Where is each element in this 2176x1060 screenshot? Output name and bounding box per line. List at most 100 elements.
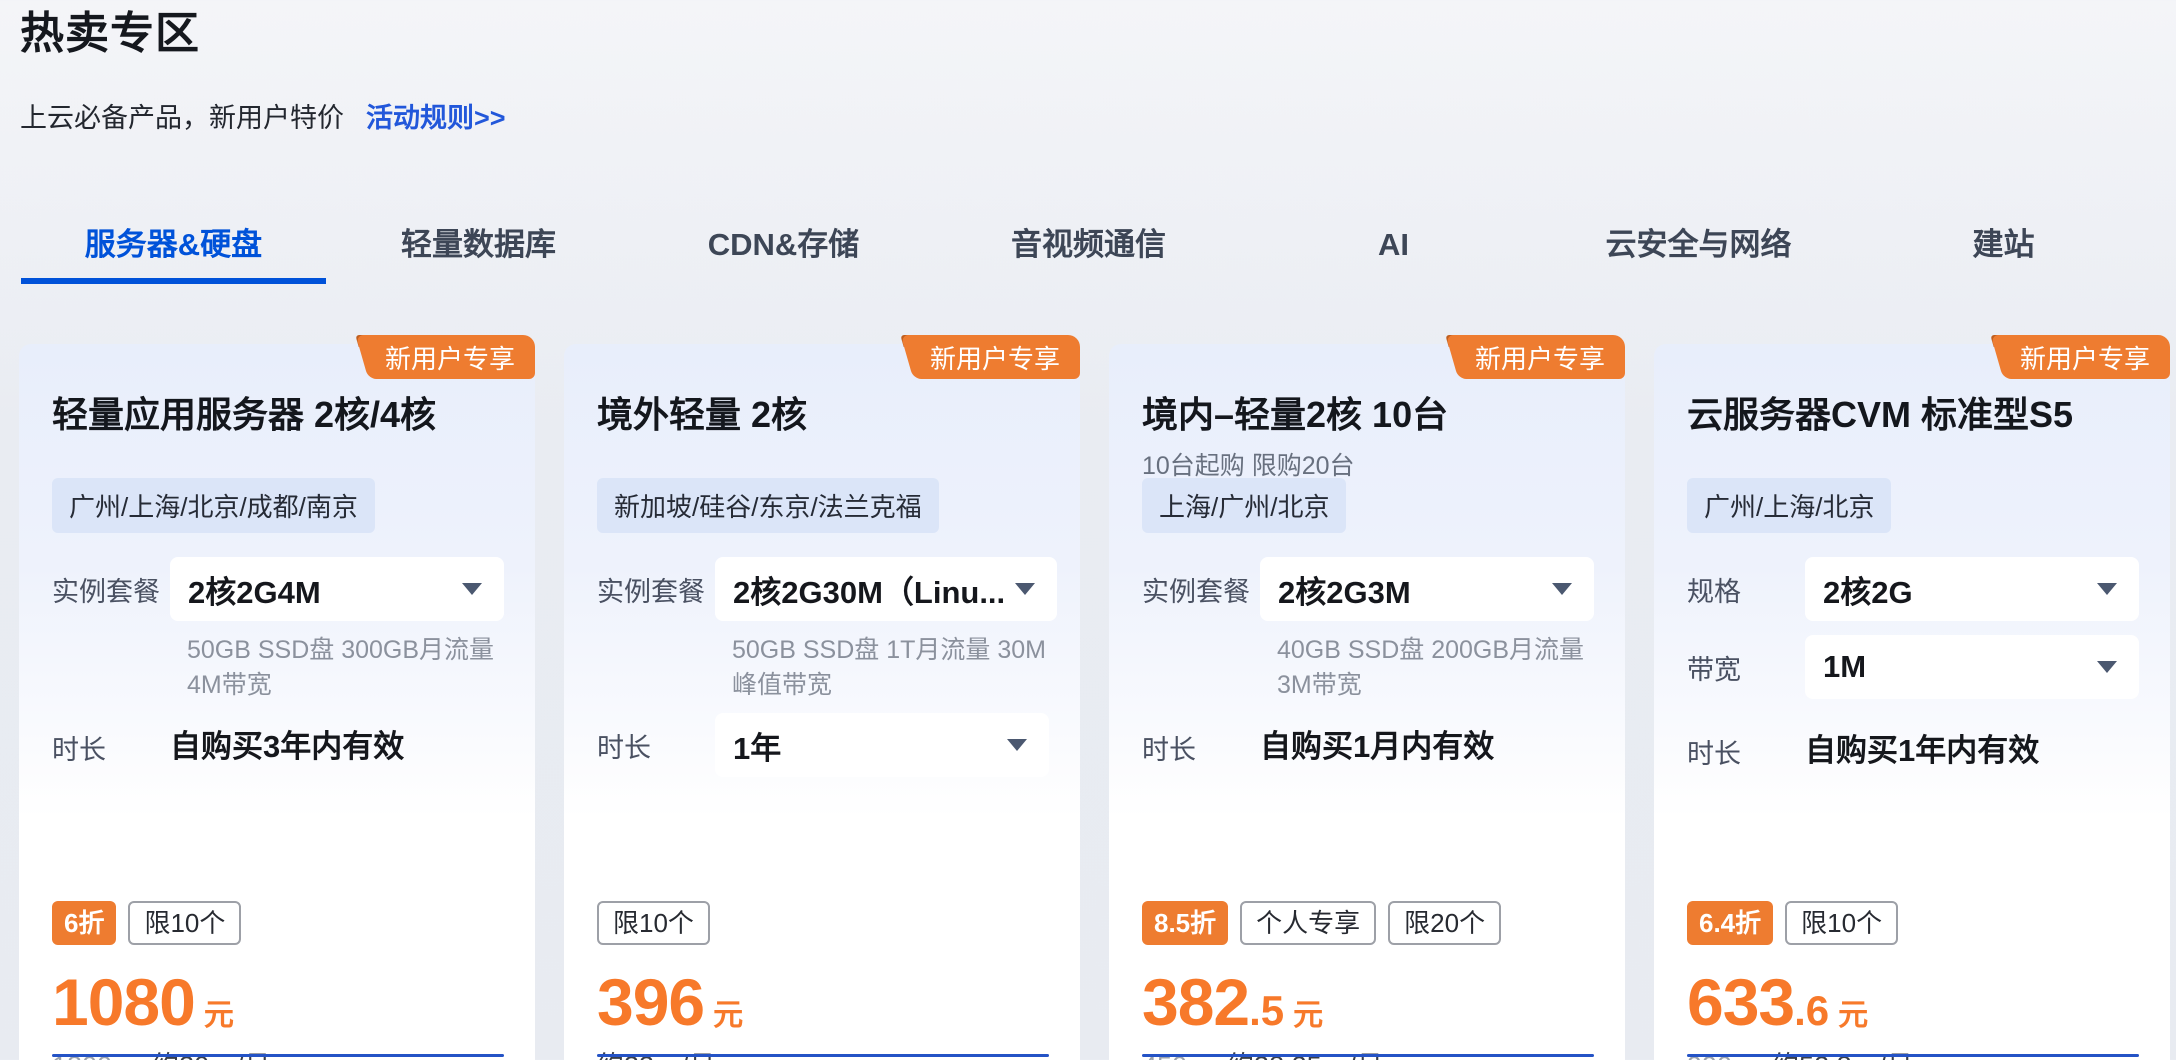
plan-description: 50GB SSD盘 1T月流量 30M峰值带宽 (732, 633, 1054, 703)
duration-select-value: 1年 (733, 723, 781, 768)
price-unit: 元 (204, 999, 234, 1032)
region-tag: 新加坡/硅谷/东京/法兰克福 (597, 478, 939, 533)
product-card-cvm-s5: 新用户专享 云服务器CVM 标准型S5 广州/上海/北京 规格 2核2G 带宽 … (1654, 344, 2170, 1060)
price-section: 8.5折 个人专享 限20个 382.5元 450元 约38.25元/月 (1142, 900, 1594, 1060)
product-title: 境外轻量 2核 (597, 392, 1047, 438)
discount-tag: 8.5折 (1142, 901, 1228, 945)
product-title: 云服务器CVM 标准型S5 (1687, 392, 2137, 438)
tab-av-communication[interactable]: 音视频通信 (936, 224, 1241, 284)
duration-row: 时长 自购买1月内有效 (1109, 725, 1625, 769)
row-label: 时长 (52, 728, 170, 767)
plan-select[interactable]: 2核2G30M（Linu... (715, 557, 1057, 621)
duration-row: 时长 1年 (564, 713, 1080, 777)
spec-row: 规格 2核2G (1654, 557, 2170, 621)
discount-tag: 6.4折 (1687, 901, 1773, 945)
chevron-down-icon (2097, 661, 2117, 673)
chevron-down-icon (1015, 583, 1035, 595)
row-label: 规格 (1687, 570, 1805, 609)
row-label: 时长 (1142, 728, 1260, 767)
product-title: 境内–轻量2核 10台 (1142, 392, 1592, 438)
price-unit: 元 (713, 999, 743, 1032)
product-card-list: 新用户专享 轻量应用服务器 2核/4核 广州/上海/北京/成都/南京 实例套餐 … (19, 344, 2170, 1060)
price-unit: 元 (1293, 999, 1323, 1032)
chevron-down-icon (462, 583, 482, 595)
new-user-badge: 新用户专享 (375, 335, 535, 379)
plan-select-value: 2核2G30M（Linu... (733, 567, 1005, 612)
plan-select-value: 2核2G4M (188, 567, 321, 612)
row-label: 实例套餐 (52, 570, 170, 609)
price-unit: 元 (1838, 999, 1868, 1032)
bandwidth-select[interactable]: 1M (1805, 635, 2139, 699)
limit-tag: 限10个 (1785, 901, 1898, 945)
plan-row: 实例套餐 2核2G4M (19, 557, 535, 621)
discount-tag: 6折 (52, 901, 116, 945)
buy-button-edge[interactable] (597, 1054, 1049, 1057)
buy-button-edge[interactable] (1687, 1054, 2139, 1057)
buy-button-edge[interactable] (1142, 1054, 1594, 1057)
tab-lite-database[interactable]: 轻量数据库 (326, 224, 631, 284)
monthly-price: 约30元/月 (152, 1044, 271, 1060)
plan-description: 40GB SSD盘 200GB月流量 3M带宽 (1277, 633, 1599, 703)
row-label: 时长 (1687, 732, 1805, 771)
duration-row: 时长 自购买1年内有效 (1654, 729, 2170, 773)
activity-rules-link[interactable]: 活动规则>> (366, 96, 506, 135)
tab-cdn-storage[interactable]: CDN&存储 (631, 224, 936, 284)
spec-select-value: 2核2G (1823, 567, 1913, 612)
price-section: 6折 限10个 1080元 1800元 约30元/月 (52, 900, 504, 1060)
price: 633.6 元 (1687, 964, 2139, 1040)
price: 382.5元 (1142, 964, 1594, 1040)
limit-tag: 限20个 (1388, 901, 1501, 945)
product-card-overseas-lighthouse: 新用户专享 境外轻量 2核 新加坡/硅谷/东京/法兰克福 实例套餐 2核2G30… (564, 344, 1080, 1060)
limit-tag: 限10个 (597, 901, 710, 945)
region-tag: 上海/广州/北京 (1142, 478, 1346, 533)
duration-value: 自购买3年内有效 (170, 725, 404, 769)
row-label: 时长 (597, 726, 715, 765)
tab-ai[interactable]: AI (1241, 224, 1546, 284)
chevron-down-icon (1007, 739, 1027, 751)
product-subtitle: 10台起购 限购20台 (1142, 446, 1592, 482)
product-card-domestic-lighthouse-bundle: 新用户专享 境内–轻量2核 10台 10台起购 限购20台 上海/广州/北京 实… (1109, 344, 1625, 1060)
product-title: 轻量应用服务器 2核/4核 (52, 392, 502, 438)
plan-row: 实例套餐 2核2G30M（Linu... (564, 557, 1080, 621)
buy-button-edge[interactable] (52, 1054, 504, 1057)
new-user-badge: 新用户专享 (920, 335, 1080, 379)
region-tag: 广州/上海/北京/成都/南京 (52, 478, 375, 533)
tab-cloud-security-network[interactable]: 云安全与网络 (1546, 224, 1851, 284)
plan-description: 50GB SSD盘 300GB月流量 4M带宽 (187, 633, 509, 703)
bandwidth-row: 带宽 1M (1654, 635, 2170, 699)
spec-select[interactable]: 2核2G (1805, 557, 2139, 621)
price-amount: 1080 (52, 965, 195, 1039)
duration-value: 自购买1月内有效 (1260, 725, 1494, 769)
personal-tag: 个人专享 (1240, 901, 1376, 945)
monthly-price: 约52.8元/月 (1772, 1044, 1913, 1060)
price-amount: 396 (597, 965, 704, 1039)
chevron-down-icon (1552, 583, 1572, 595)
plan-select[interactable]: 2核2G4M (170, 557, 504, 621)
price: 1080 元 (52, 964, 504, 1040)
tab-servers-disks[interactable]: 服务器&硬盘 (21, 224, 326, 284)
price-amount: 633 (1687, 965, 1794, 1039)
price-amount: 382 (1142, 965, 1249, 1039)
price-decimal: .6 (1794, 987, 1829, 1034)
region-tag: 广州/上海/北京 (1687, 478, 1891, 533)
duration-select[interactable]: 1年 (715, 713, 1049, 777)
row-label: 实例套餐 (1142, 570, 1260, 609)
chevron-down-icon (2097, 583, 2117, 595)
original-price: 990元 (1687, 1044, 1759, 1060)
price-section: 限10个 396 元 约33元/月 (597, 900, 1049, 1060)
plan-select-value: 2核2G3M (1278, 567, 1411, 612)
original-price: 450元 (1142, 1044, 1214, 1060)
monthly-price: 约38.25元/月 (1227, 1044, 1383, 1060)
row-label: 实例套餐 (597, 570, 715, 609)
row-label: 带宽 (1687, 648, 1805, 687)
monthly-price: 约33元/月 (597, 1044, 716, 1060)
duration-value: 自购买1年内有效 (1805, 729, 2039, 773)
plan-row: 实例套餐 2核2G3M (1109, 557, 1625, 621)
plan-select[interactable]: 2核2G3M (1260, 557, 1594, 621)
tab-website[interactable]: 建站 (1851, 224, 2156, 284)
duration-row: 时长 自购买3年内有效 (19, 725, 535, 769)
price: 396 元 (597, 964, 1049, 1040)
tab-bar: 服务器&硬盘 轻量数据库 CDN&存储 音视频通信 AI 云安全与网络 建站 (21, 224, 2156, 284)
bandwidth-select-value: 1M (1823, 649, 1866, 685)
page-subtitle-row: 上云必备产品，新用户特价 活动规则>> (20, 96, 506, 135)
